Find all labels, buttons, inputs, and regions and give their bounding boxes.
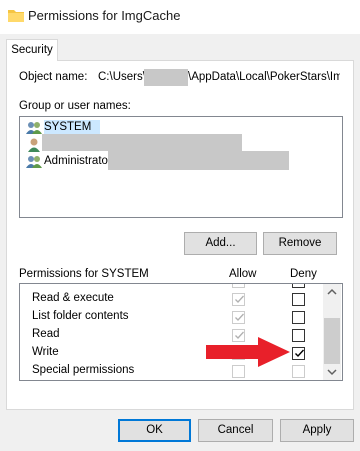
ok-button[interactable]: OK <box>118 419 191 442</box>
permission-name: Read & execute <box>32 292 114 304</box>
window-title: Permissions for ImgCache <box>28 8 181 23</box>
deny-checkbox[interactable] <box>292 311 305 324</box>
allow-column-header: Allow <box>229 268 257 280</box>
permissions-list[interactable]: Read & execute List folder contents Read… <box>19 283 343 381</box>
cancel-button[interactable]: Cancel <box>198 419 273 442</box>
object-path-suffix: \AppData\Local\PokerStars\Img <box>188 71 340 83</box>
allow-checkbox <box>232 293 245 306</box>
scrollbar-thumb[interactable] <box>324 318 340 364</box>
chevron-down-icon[interactable] <box>323 364 341 380</box>
permissions-label: Permissions for SYSTEM <box>19 268 149 280</box>
user-icon <box>28 138 40 152</box>
permission-row: List folder contents <box>20 308 324 326</box>
permission-name: List folder contents <box>32 310 129 322</box>
deny-checkbox[interactable] <box>292 329 305 342</box>
group-names-label: Group or user names: <box>19 100 131 112</box>
add-button[interactable]: Add... <box>184 232 257 255</box>
list-item-label: SYSTEM <box>44 121 92 133</box>
deny-column-header: Deny <box>290 268 317 280</box>
object-name-label: Object name: <box>19 71 88 83</box>
deny-checkbox[interactable] <box>292 347 305 360</box>
remove-button[interactable]: Remove <box>263 232 337 255</box>
list-item <box>20 284 324 290</box>
redacted-username <box>144 69 188 86</box>
deny-checkbox[interactable] <box>292 293 305 306</box>
redacted-region <box>42 134 242 151</box>
users-icon <box>26 122 42 134</box>
permission-name: Read <box>32 328 60 340</box>
permission-row: Read & execute <box>20 290 324 308</box>
permission-name: Special permissions <box>32 364 135 376</box>
deny-checkbox[interactable] <box>292 284 305 288</box>
allow-checkbox <box>232 284 245 288</box>
chevron-up-icon[interactable] <box>323 284 341 300</box>
redacted-region <box>108 151 289 170</box>
apply-button[interactable]: Apply <box>280 419 354 442</box>
folder-icon <box>8 10 24 22</box>
deny-checkbox <box>292 365 305 378</box>
users-icon <box>26 156 42 168</box>
tab-security[interactable]: Security <box>6 39 58 61</box>
allow-checkbox <box>232 311 245 324</box>
object-path-prefix: C:\Users\ <box>98 71 146 83</box>
list-item-label: Administrators <box>44 155 118 167</box>
annotation-arrow-icon <box>206 337 290 367</box>
permission-name: Write <box>32 346 59 358</box>
